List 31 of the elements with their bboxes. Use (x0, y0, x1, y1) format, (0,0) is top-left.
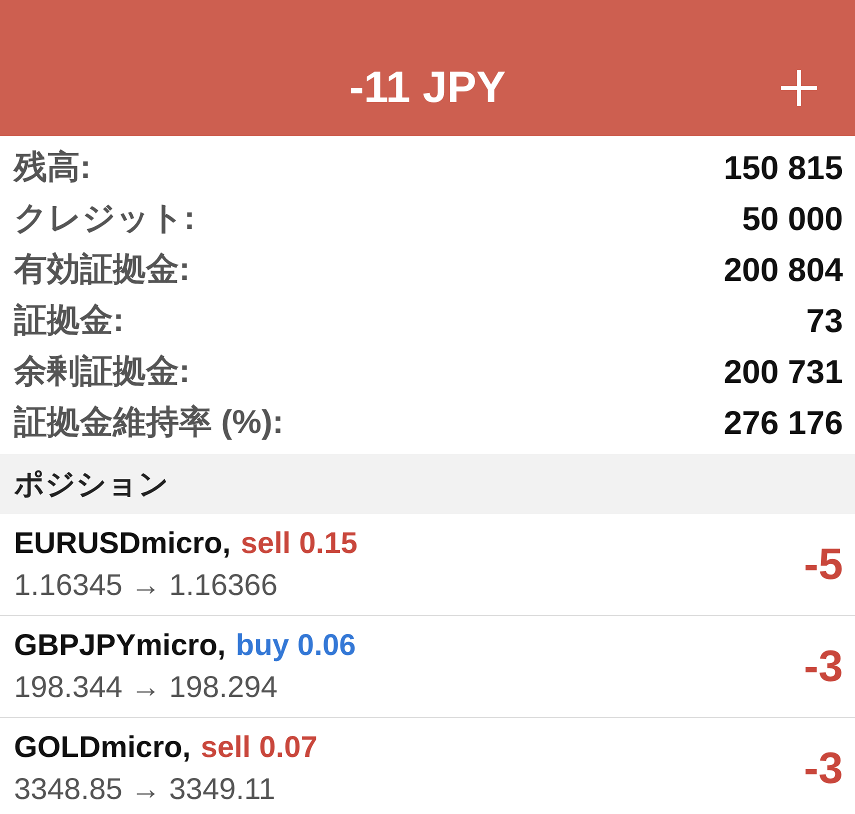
summary-value: 150 815 (724, 148, 843, 186)
order-text: sell 0.07 (200, 730, 318, 764)
balance-title: -11 JPY (349, 63, 506, 113)
position-row[interactable]: GBPJPYmicro, buy 0.06 198.344 → 198.294 -3 (0, 616, 855, 718)
plus-icon (779, 68, 819, 108)
summary-value: 50 000 (742, 200, 843, 238)
price-text: 198.344 → 198.294 (14, 670, 279, 704)
summary-value: 200 804 (724, 250, 843, 288)
summary-value: 73 (806, 302, 843, 340)
summary-label: 証拠金維持率 (%): (14, 402, 284, 442)
summary-value: 276 176 (724, 404, 843, 442)
order-text: buy 0.06 (236, 628, 356, 662)
symbol-text: GBPJPYmicro, (14, 628, 226, 662)
summary-label: 有効証拠金: (14, 249, 190, 289)
position-row[interactable]: EURUSDmicro, sell 0.15 1.16345 → 1.16366 -5 (0, 514, 855, 616)
profit-value: -3 (804, 744, 843, 794)
summary-label: 余剰証拠金: (14, 351, 190, 391)
section-title: ポジション (14, 466, 169, 502)
summary-label: 証拠金: (14, 300, 124, 340)
price-text: 3348.85 → 3349.11 (14, 772, 276, 806)
symbol-text: EURUSDmicro, (14, 526, 231, 560)
price-text: 1.16345 → 1.16366 (14, 568, 279, 602)
summary-label: クレジット: (14, 198, 195, 238)
add-button[interactable] (779, 68, 819, 108)
position-row[interactable]: GOLDmicro, sell 0.07 3348.85 → 3349.11 -3 (0, 718, 855, 814)
profit-value: -5 (804, 540, 843, 590)
summary-value: 200 731 (724, 352, 843, 390)
summary-label: 残高: (14, 147, 91, 187)
symbol-text: GOLDmicro, (14, 730, 191, 764)
profit-value: -3 (804, 642, 843, 692)
order-text: sell 0.15 (240, 526, 358, 560)
